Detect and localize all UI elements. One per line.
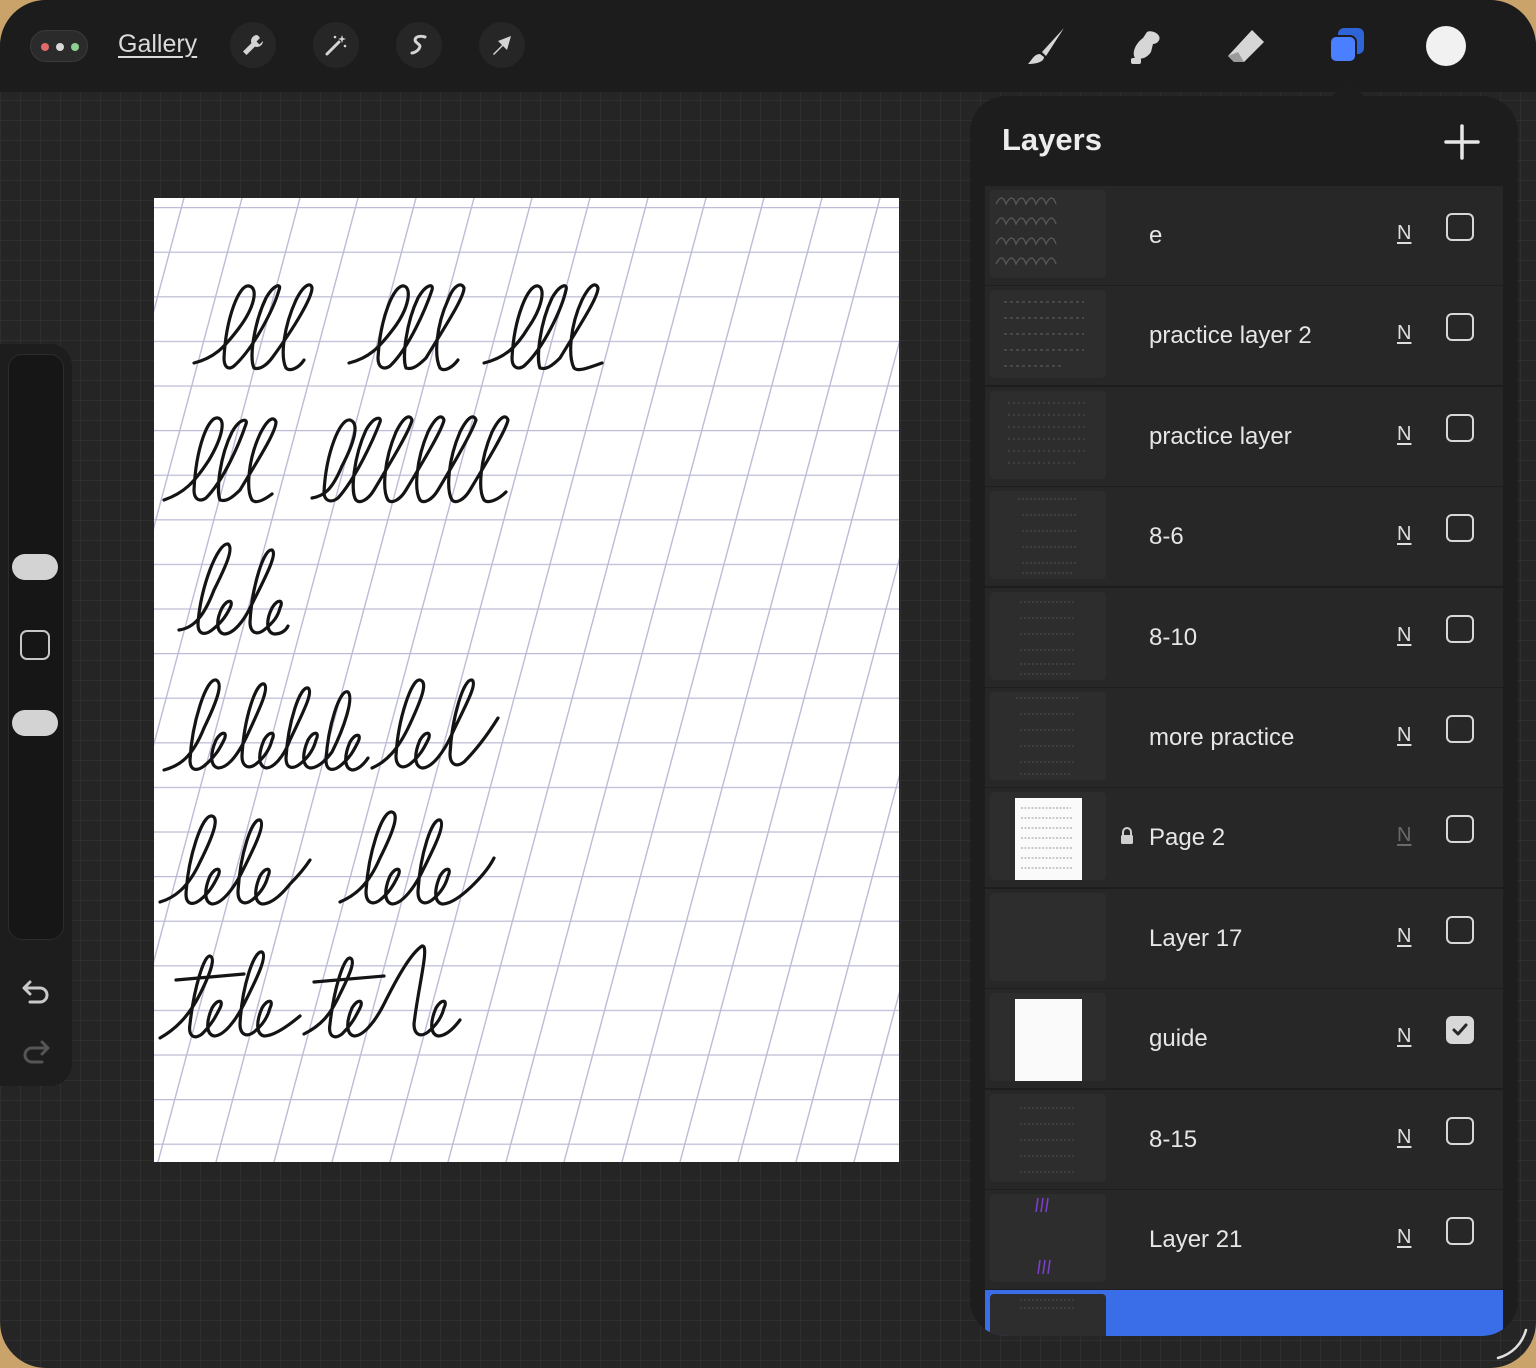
layer-thumbnail	[990, 390, 1106, 479]
modify-button[interactable]	[20, 630, 50, 660]
layers-tool[interactable]	[1320, 20, 1372, 72]
layer-row[interactable]: e N	[985, 186, 1503, 285]
visibility-checkbox[interactable]	[1446, 1116, 1474, 1145]
layer-thumbnail	[990, 1093, 1106, 1182]
layer-row[interactable]: Layer 17 N	[985, 888, 1503, 988]
layer-thumbnail	[990, 591, 1106, 680]
brush-tool[interactable]	[1020, 20, 1072, 72]
procreate-window: Gallery Layers e N practice layer 2 N pr…	[0, 0, 1536, 1368]
blend-mode-button[interactable]: N	[1397, 1025, 1411, 1048]
layer-thumbnail	[990, 892, 1106, 981]
visibility-checkbox[interactable]	[1446, 714, 1474, 743]
actions-button[interactable]	[230, 22, 276, 68]
wrench-icon	[243, 35, 263, 55]
layer-name: guide	[1149, 1025, 1208, 1053]
smudge-tool[interactable]	[1119, 20, 1171, 72]
visibility-checkbox[interactable]	[1446, 514, 1474, 543]
visibility-checkbox[interactable]	[1446, 1016, 1474, 1045]
blend-mode-button[interactable]: N	[1397, 423, 1411, 446]
selection-button[interactable]	[396, 22, 442, 68]
layer-thumbnail	[990, 491, 1106, 580]
selection-icon	[410, 34, 427, 55]
blend-mode-button[interactable]: N	[1397, 724, 1411, 747]
layer-row[interactable]: practice layer N	[985, 386, 1503, 486]
drawing-canvas[interactable]	[154, 198, 899, 1162]
blend-mode-button[interactable]: N	[1397, 322, 1411, 345]
adjustments-button[interactable]	[313, 22, 359, 68]
layer-thumbnail	[990, 691, 1106, 780]
undo-icon[interactable]	[20, 974, 52, 1006]
blend-mode-button[interactable]: N	[1397, 925, 1411, 948]
layer-row[interactable]: 8-6 N	[985, 487, 1503, 587]
layer-name: 8-6	[1149, 523, 1184, 551]
layer-thumbnail	[990, 190, 1106, 278]
more-options-button[interactable]	[30, 30, 88, 62]
checkmark-icon	[1452, 1023, 1468, 1036]
blend-mode-button[interactable]: N	[1397, 624, 1411, 647]
layer-name: Layer 21	[1149, 1225, 1243, 1253]
color-swatch[interactable]	[1426, 26, 1466, 66]
blend-mode-button[interactable]: N	[1397, 1126, 1411, 1149]
visibility-checkbox[interactable]	[1446, 1216, 1474, 1245]
left-sidebar	[0, 344, 72, 1086]
top-toolbar: Gallery	[0, 0, 1536, 92]
layer-name: practice layer 2	[1149, 322, 1312, 350]
add-layer-button[interactable]	[1442, 122, 1482, 162]
visibility-checkbox[interactable]	[1446, 915, 1474, 944]
magic-wand-icon	[325, 35, 347, 56]
transform-arrow-icon	[493, 36, 511, 55]
layer-row[interactable]: practice layer 2 N	[985, 286, 1503, 386]
transform-button[interactable]	[479, 22, 525, 68]
layers-panel: Layers e N practice layer 2 N practice l…	[970, 96, 1518, 1336]
layer-thumbnail	[990, 1294, 1106, 1336]
visibility-checkbox[interactable]	[1446, 815, 1474, 844]
layer-name: Layer 17	[1149, 924, 1243, 952]
layer-thumbnail	[990, 290, 1106, 379]
layers-icon	[1329, 28, 1364, 63]
layer-name: practice layer	[1149, 422, 1292, 450]
layer-name: more practice	[1149, 723, 1295, 751]
layer-thumbnail	[990, 792, 1106, 881]
layer-thumbnail	[990, 1193, 1106, 1282]
layer-name: 8-10	[1149, 623, 1198, 651]
blend-mode-button[interactable]: N	[1397, 523, 1411, 546]
layer-list: e N practice layer 2 N practice layer N …	[985, 186, 1503, 1336]
layer-row[interactable]: Page 2 N	[985, 788, 1503, 888]
resize-corner-icon	[1496, 1328, 1528, 1360]
blend-mode-button[interactable]: N	[1397, 222, 1411, 245]
layer-row[interactable]: 8-15 N	[985, 1089, 1503, 1189]
layer-thumbnail	[990, 993, 1106, 1082]
smudge-icon	[1131, 31, 1160, 64]
layer-name: e	[1149, 222, 1163, 249]
layer-row[interactable]: guide N	[985, 989, 1503, 1089]
layer-row[interactable]: 8-10 N	[985, 587, 1503, 687]
visibility-checkbox[interactable]	[1446, 213, 1474, 241]
layer-name: 8-15	[1149, 1125, 1198, 1153]
brush-size-thumb[interactable]	[12, 554, 58, 580]
layer-row-selected[interactable]	[985, 1290, 1503, 1336]
layers-title: Layers	[1002, 122, 1102, 157]
layer-row[interactable]: more practice N	[985, 687, 1503, 787]
lock-icon	[1121, 827, 1133, 845]
gallery-link[interactable]: Gallery	[118, 30, 197, 59]
layer-name: Page 2	[1149, 824, 1226, 852]
eraser-tool[interactable]	[1220, 20, 1272, 72]
visibility-checkbox[interactable]	[1446, 413, 1474, 442]
brush-icon	[1028, 28, 1064, 64]
blend-mode-button[interactable]: N	[1397, 824, 1411, 847]
visibility-checkbox[interactable]	[1446, 614, 1474, 643]
redo-icon[interactable]	[20, 1034, 52, 1066]
opacity-thumb[interactable]	[12, 710, 58, 736]
visibility-checkbox[interactable]	[1446, 313, 1474, 342]
blend-mode-button[interactable]: N	[1397, 1226, 1411, 1249]
eraser-icon	[1228, 30, 1264, 62]
layer-row[interactable]: Layer 21 N	[985, 1189, 1503, 1289]
calligraphy-artwork	[154, 198, 899, 1162]
